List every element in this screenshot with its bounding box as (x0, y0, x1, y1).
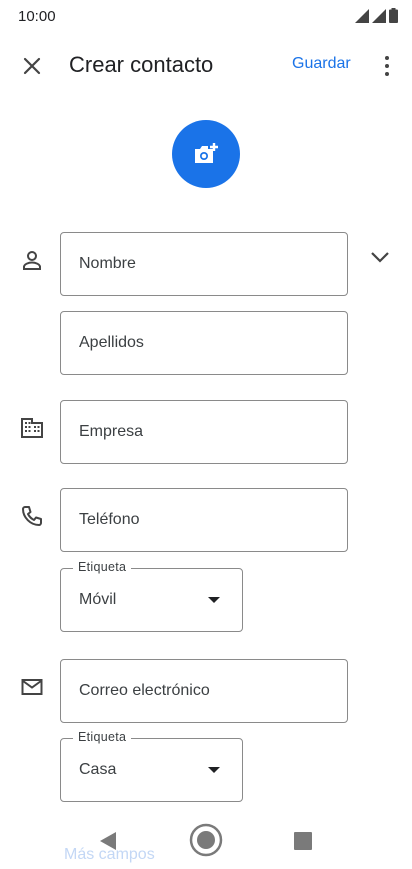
back-icon (100, 832, 116, 850)
company-field[interactable]: Empresa (60, 400, 348, 464)
email-label-value: Casa (79, 761, 117, 778)
last-name-field[interactable]: Apellidos (60, 311, 348, 375)
business-icon (20, 416, 44, 440)
status-icons (355, 8, 398, 23)
nav-recents-button[interactable] (294, 832, 312, 850)
close-button[interactable] (18, 52, 46, 80)
phone-label-legend: Etiqueta (73, 560, 132, 574)
dropdown-arrow-icon (208, 767, 220, 773)
phone-label-value: Móvil (79, 591, 117, 608)
person-icon (20, 249, 44, 273)
signal-icon (372, 9, 386, 23)
status-time: 10:00 (18, 8, 56, 25)
home-icon (189, 823, 223, 857)
dropdown-arrow-icon (208, 597, 220, 603)
battery-icon (389, 8, 398, 23)
email-label-select[interactable]: Etiqueta Casa (60, 730, 243, 802)
phone-field[interactable]: Teléfono (60, 488, 348, 552)
more-options-button[interactable] (378, 52, 396, 80)
phone-label-select[interactable]: Etiqueta Móvil (60, 560, 243, 632)
nav-home-button[interactable] (189, 823, 223, 857)
signal-icon (355, 9, 369, 23)
more-vert-icon (385, 56, 389, 60)
phone-icon (20, 504, 44, 528)
nav-back-button[interactable] (97, 830, 119, 852)
chevron-down-icon (371, 252, 389, 263)
first-name-field[interactable]: Nombre (60, 232, 348, 296)
save-button[interactable]: Guardar (292, 55, 351, 73)
close-icon (23, 57, 41, 75)
email-label-legend: Etiqueta (73, 730, 132, 744)
add-photo-icon (195, 143, 218, 163)
company-placeholder: Empresa (79, 423, 144, 440)
email-icon (20, 675, 44, 699)
phone-placeholder: Teléfono (79, 511, 140, 528)
page-title: Crear contacto (69, 52, 214, 77)
expand-name-button[interactable] (368, 245, 392, 269)
last-name-placeholder: Apellidos (79, 334, 144, 351)
first-name-placeholder: Nombre (79, 255, 136, 272)
email-placeholder: Correo electrónico (79, 682, 210, 699)
email-field[interactable]: Correo electrónico (60, 659, 348, 723)
add-photo-button[interactable] (172, 120, 240, 188)
